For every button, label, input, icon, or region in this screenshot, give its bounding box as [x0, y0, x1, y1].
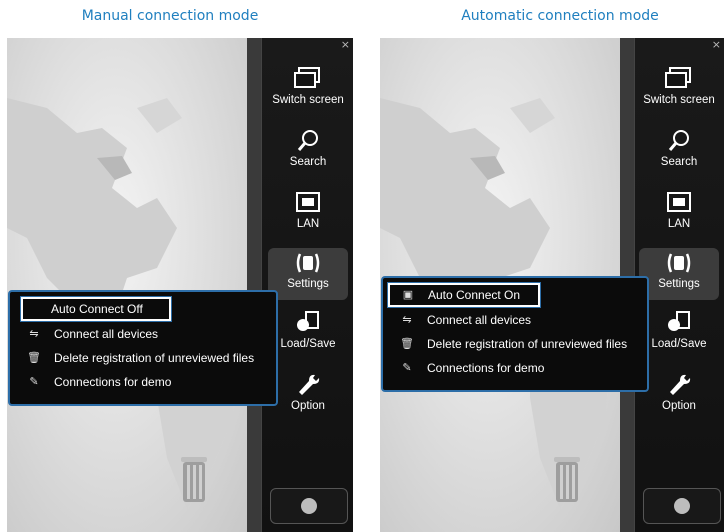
toolbar-load-save[interactable]: Load/Save	[639, 308, 719, 360]
load-save-icon	[639, 310, 719, 338]
left-screenshot: × Switch screen Search LAN Settings Load…	[7, 38, 353, 532]
switch-screen-icon	[639, 66, 719, 94]
toolbar-option[interactable]: Option	[268, 370, 348, 422]
menu-item-connect-all[interactable]: ⇋ Connect all devices	[10, 322, 276, 346]
menu-item-connections-demo[interactable]: ✎ Connections for demo	[10, 370, 276, 394]
record-button[interactable]	[643, 488, 721, 524]
trash-icon[interactable]	[550, 453, 584, 505]
settings-menu-manual: Auto Connect Off ⇋ Connect all devices 🗑…	[8, 290, 278, 406]
toolbar-settings[interactable]: Settings	[639, 248, 719, 300]
menu-item-connect-all[interactable]: ⇋ Connect all devices	[383, 308, 647, 332]
menu-item-delete-registration[interactable]: 🗑 Delete registration of unreviewed file…	[10, 346, 276, 370]
switch-screen-icon	[268, 66, 348, 94]
trash-small-icon: 🗑	[400, 338, 414, 350]
caption-manual: Manual connection mode	[81, 8, 259, 24]
settings-icon	[639, 250, 719, 278]
toolbar-label: Switch screen	[272, 94, 344, 106]
connect-all-icon: ⇋	[402, 314, 412, 326]
toolbar-label: Load/Save	[651, 338, 707, 350]
menu-item-connections-demo[interactable]: ✎ Connections for demo	[383, 356, 647, 380]
menu-item-label: Connect all devices	[427, 313, 532, 327]
toolbar-label: Settings	[658, 278, 700, 290]
world-map-graphic	[7, 98, 237, 508]
record-icon	[674, 498, 690, 514]
toolbar-search[interactable]: Search	[639, 126, 719, 178]
lan-icon	[639, 190, 719, 218]
toolbar-label: Search	[289, 156, 327, 168]
menu-item-label: Delete registration of unreviewed files	[427, 337, 628, 351]
toolbar-label: LAN	[296, 218, 320, 230]
menu-item-label: Connect all devices	[54, 327, 159, 341]
toolbar-load-save[interactable]: Load/Save	[268, 308, 348, 360]
connect-all-icon: ⇋	[29, 328, 39, 340]
menu-item-label: Connections for demo	[427, 361, 545, 375]
toolbar-label: Search	[660, 156, 698, 168]
trash-small-icon: 🗑	[27, 352, 41, 364]
menu-item-delete-registration[interactable]: 🗑 Delete registration of unreviewed file…	[383, 332, 647, 356]
settings-menu-automatic: ▣ Auto Connect On ⇋ Connect all devices …	[381, 276, 649, 392]
record-icon	[301, 498, 317, 514]
plug-icon: ✎	[402, 362, 412, 374]
lan-icon	[268, 190, 348, 218]
menu-item-label: Auto Connect On	[428, 288, 521, 302]
auto-connect-toggle[interactable]: ▣ Auto Connect On	[387, 282, 541, 308]
settings-icon	[268, 250, 348, 278]
toolbar-label: Load/Save	[280, 338, 336, 350]
toolbar-label: Settings	[287, 278, 329, 290]
close-icon[interactable]: ×	[712, 38, 721, 51]
record-button[interactable]	[270, 488, 348, 524]
side-toolbar: × Switch screen Search LAN Settings Load…	[261, 38, 353, 532]
close-icon[interactable]: ×	[341, 38, 350, 51]
search-icon	[268, 128, 348, 156]
plug-icon: ✎	[29, 376, 39, 388]
wrench-icon	[268, 372, 348, 400]
auto-connect-icon: ▣	[402, 289, 414, 301]
map-view[interactable]	[7, 38, 247, 532]
caption-automatic: Automatic connection mode	[461, 8, 659, 24]
toolbar-settings[interactable]: Settings	[268, 248, 348, 300]
panel-divider	[247, 38, 261, 532]
toolbar-search[interactable]: Search	[268, 126, 348, 178]
toolbar-lan[interactable]: LAN	[639, 188, 719, 240]
auto-connect-toggle[interactable]: Auto Connect Off	[20, 296, 172, 322]
load-save-icon	[268, 310, 348, 338]
toolbar-label: Option	[662, 400, 696, 412]
toolbar-switch-screen[interactable]: Switch screen	[639, 64, 719, 116]
menu-item-label: Auto Connect Off	[51, 302, 143, 316]
menu-item-label: Connections for demo	[54, 375, 172, 389]
search-icon	[639, 128, 719, 156]
toolbar-label: Switch screen	[643, 94, 715, 106]
toolbar-option[interactable]: Option	[639, 370, 719, 422]
menu-item-label: Delete registration of unreviewed files	[54, 351, 255, 365]
trash-icon[interactable]	[177, 453, 211, 505]
toolbar-label: LAN	[667, 218, 691, 230]
toolbar-lan[interactable]: LAN	[268, 188, 348, 240]
wrench-icon	[639, 372, 719, 400]
toolbar-label: Option	[291, 400, 325, 412]
toolbar-switch-screen[interactable]: Switch screen	[268, 64, 348, 116]
